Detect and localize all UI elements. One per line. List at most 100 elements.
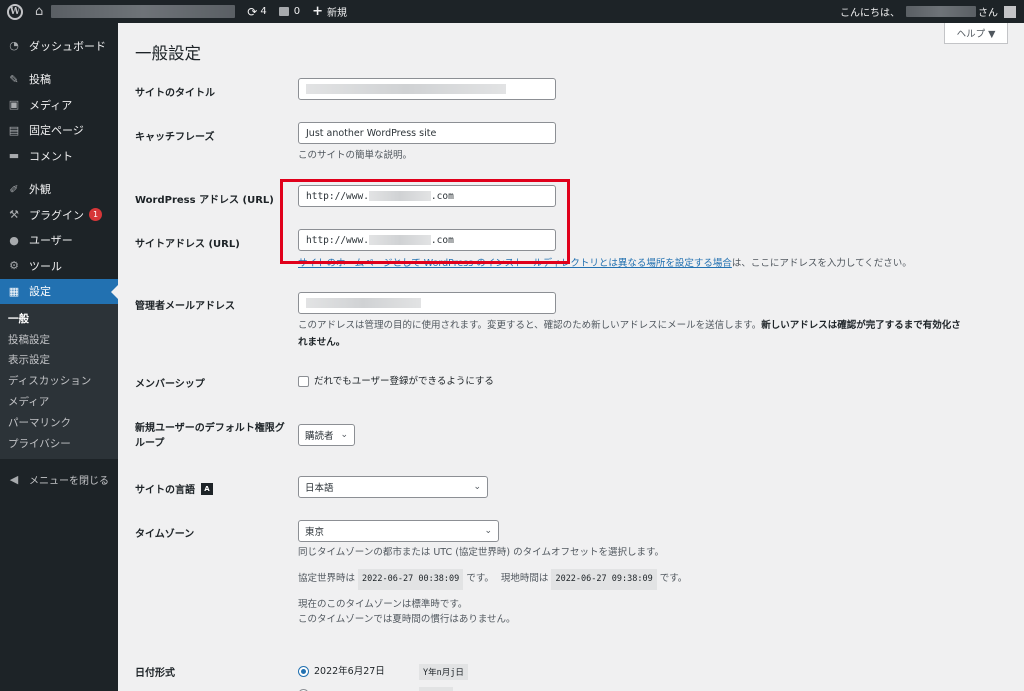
site-address-desc-text: は、ここにアドレスを入力してください。 <box>731 258 912 269</box>
sidebar-item-pages[interactable]: ▤ 固定ページ <box>0 118 118 144</box>
sidebar-item-plugins[interactable]: ⚒ プラグイン 1 <box>0 202 118 228</box>
timezone-label: タイムゾーン <box>135 529 195 540</box>
wp-logo-menu[interactable]: W <box>0 0 29 23</box>
admin-email-redacted <box>306 298 421 308</box>
admin-email-description: このアドレスは管理の目的に使用されます。変更すると、確認のため新しいアドレスにメ… <box>298 317 966 351</box>
sidebar-item-label: 設定 <box>29 285 51 299</box>
submenu-item-privacy[interactable]: プライバシー <box>0 433 118 454</box>
timezone-value: 東京 <box>305 527 325 538</box>
home-icon: ⌂ <box>35 4 44 19</box>
site-title-redacted <box>306 84 506 94</box>
plus-icon: + <box>312 4 323 19</box>
help-tab-button[interactable]: ヘルプ ▼ <box>944 23 1008 44</box>
plugin-update-badge: 1 <box>89 208 102 222</box>
main-content: ヘルプ ▼ 一般設定 サイトのタイトル キャッチフレーズ Just anothe… <box>118 23 1024 691</box>
dashboard-icon: ◔ <box>9 39 19 53</box>
site-title-input[interactable] <box>298 78 556 100</box>
sidebar-item-posts[interactable]: ✎ 投稿 <box>0 67 118 93</box>
date-format-radio-selected[interactable] <box>298 666 309 677</box>
site-language-select[interactable]: 日本語 ⌄ <box>298 476 488 498</box>
date-format-option-label[interactable]: 2022年6月27日 <box>314 663 385 680</box>
sidebar-item-label: メディア <box>29 98 73 112</box>
submenu-item-discussion[interactable]: ディスカッション <box>0 370 118 391</box>
local-time-value: 2022-06-27 09:38:09 <box>551 569 657 590</box>
default-role-value: 購読者 <box>305 431 334 442</box>
user-icon: ● <box>9 233 19 247</box>
username-redacted <box>906 6 976 17</box>
chevron-down-icon: ⌄ <box>340 430 348 440</box>
tagline-label: キャッチフレーズ <box>135 132 215 143</box>
local-label: 現地時間は <box>500 573 549 584</box>
site-name-redacted <box>51 5 236 18</box>
brush-icon: ✐ <box>9 182 19 196</box>
submenu-item-general[interactable]: 一般 <box>0 308 118 329</box>
submenu-item-reading[interactable]: 表示設定 <box>0 350 118 371</box>
plugin-icon: ⚒ <box>9 208 19 222</box>
membership-label: メンバーシップ <box>135 379 205 390</box>
admin-email-desc-text: このアドレスは管理の目的に使用されます。変更すると、確認のため新しいアドレスにメ… <box>298 320 762 331</box>
updates-menu[interactable]: ⟳ 4 <box>241 0 272 23</box>
timezone-select[interactable]: 東京 ⌄ <box>298 520 499 542</box>
wrench-icon: ⚙ <box>9 259 19 273</box>
sidebar-item-dashboard[interactable]: ◔ ダッシュボード <box>0 33 118 59</box>
settings-icon: ▦ <box>8 284 20 298</box>
chevron-down-icon: ⌄ <box>484 526 492 536</box>
sidebar-item-media[interactable]: ▣ メディア <box>0 92 118 118</box>
chevron-down-icon: ⌄ <box>473 482 481 492</box>
new-content-menu[interactable]: + 新規 <box>306 0 353 23</box>
sidebar-item-label: 投稿 <box>29 73 51 87</box>
site-name-menu[interactable]: ⌂ <box>29 0 241 23</box>
admin-sidebar: ◔ ダッシュボード ✎ 投稿 ▣ メディア ▤ 固定ページ ▬ コメント ✐ 外… <box>0 23 118 691</box>
site-language-label: サイトの言語 A <box>135 481 213 496</box>
sidebar-item-label: 固定ページ <box>29 124 84 138</box>
date-format-label: 日付形式 <box>135 668 175 679</box>
submenu-item-writing[interactable]: 投稿設定 <box>0 329 118 350</box>
page-icon: ▤ <box>8 123 20 137</box>
comments-menu[interactable]: 0 <box>273 0 306 23</box>
site-language-text: サイトの言語 <box>135 485 195 496</box>
membership-checkbox-label[interactable]: だれでもユーザー登録ができるようにする <box>314 373 494 390</box>
comment-icon: ▬ <box>8 149 20 163</box>
greeting-prefix: こんにちは、 <box>840 8 900 19</box>
media-icon: ▣ <box>8 98 20 112</box>
page-title: 一般設定 <box>135 44 201 63</box>
sidebar-item-settings[interactable]: ▦ 設定 <box>0 278 118 304</box>
sidebar-item-label: ユーザー <box>29 234 73 248</box>
sidebar-item-label: コメント <box>29 149 73 163</box>
admin-email-label: 管理者メールアドレス <box>135 301 235 312</box>
sidebar-item-label: ツール <box>29 259 62 273</box>
sidebar-item-appearance[interactable]: ✐ 外観 <box>0 177 118 203</box>
tagline-description: このサイトの簡単な説明。 <box>298 150 413 161</box>
admin-email-input[interactable] <box>298 292 556 314</box>
my-account-menu[interactable]: こんにちは、 さん <box>840 4 1024 19</box>
tagline-input[interactable]: Just another WordPress site <box>298 122 556 144</box>
default-role-label: 新規ユーザーのデフォルト権限グループ <box>135 423 285 449</box>
wordpress-logo-icon: W <box>7 3 23 20</box>
updates-icon: ⟳ <box>247 4 258 19</box>
date-format-code-2-partial <box>419 687 453 691</box>
collapse-arrow-icon: ◀ <box>9 472 19 486</box>
sidebar-item-label: 外観 <box>29 183 51 197</box>
pin-icon: ✎ <box>9 72 19 86</box>
dst-description: このタイムゾーンでは夏時間の慣行はありません。 <box>298 614 516 625</box>
time-info: 協定世界時は 2022-06-27 00:38:09 です。 現地時間は 202… <box>298 569 687 590</box>
comment-bubble-icon <box>278 7 289 16</box>
default-role-select[interactable]: 購読者 ⌄ <box>298 424 355 446</box>
site-language-value: 日本語 <box>305 483 334 494</box>
sidebar-item-users[interactable]: ● ユーザー <box>0 228 118 254</box>
submenu-item-media[interactable]: メディア <box>0 391 118 412</box>
highlight-box <box>280 179 570 264</box>
timezone-description: 同じタイムゾーンの都市または UTC (協定世界時) のタイムオフセットを選択し… <box>298 547 665 558</box>
sidebar-item-comments[interactable]: ▬ コメント <box>0 143 118 169</box>
collapse-menu-label: メニューを閉じる <box>29 475 109 487</box>
site-address-label: サイトアドレス (URL) <box>135 239 240 250</box>
submenu-item-permalinks[interactable]: パーマリンク <box>0 412 118 433</box>
new-label: 新規 <box>326 8 347 19</box>
avatar <box>1004 5 1016 18</box>
sidebar-item-tools[interactable]: ⚙ ツール <box>0 253 118 279</box>
sidebar-item-label: プラグイン <box>29 208 84 222</box>
collapse-menu-button[interactable]: ◀ メニューを閉じる <box>0 467 118 493</box>
wp-address-label: WordPress アドレス (URL) <box>135 195 274 206</box>
settings-submenu: 一般 投稿設定 表示設定 ディスカッション メディア パーマリンク プライバシー <box>0 304 118 459</box>
membership-checkbox[interactable] <box>298 376 309 387</box>
